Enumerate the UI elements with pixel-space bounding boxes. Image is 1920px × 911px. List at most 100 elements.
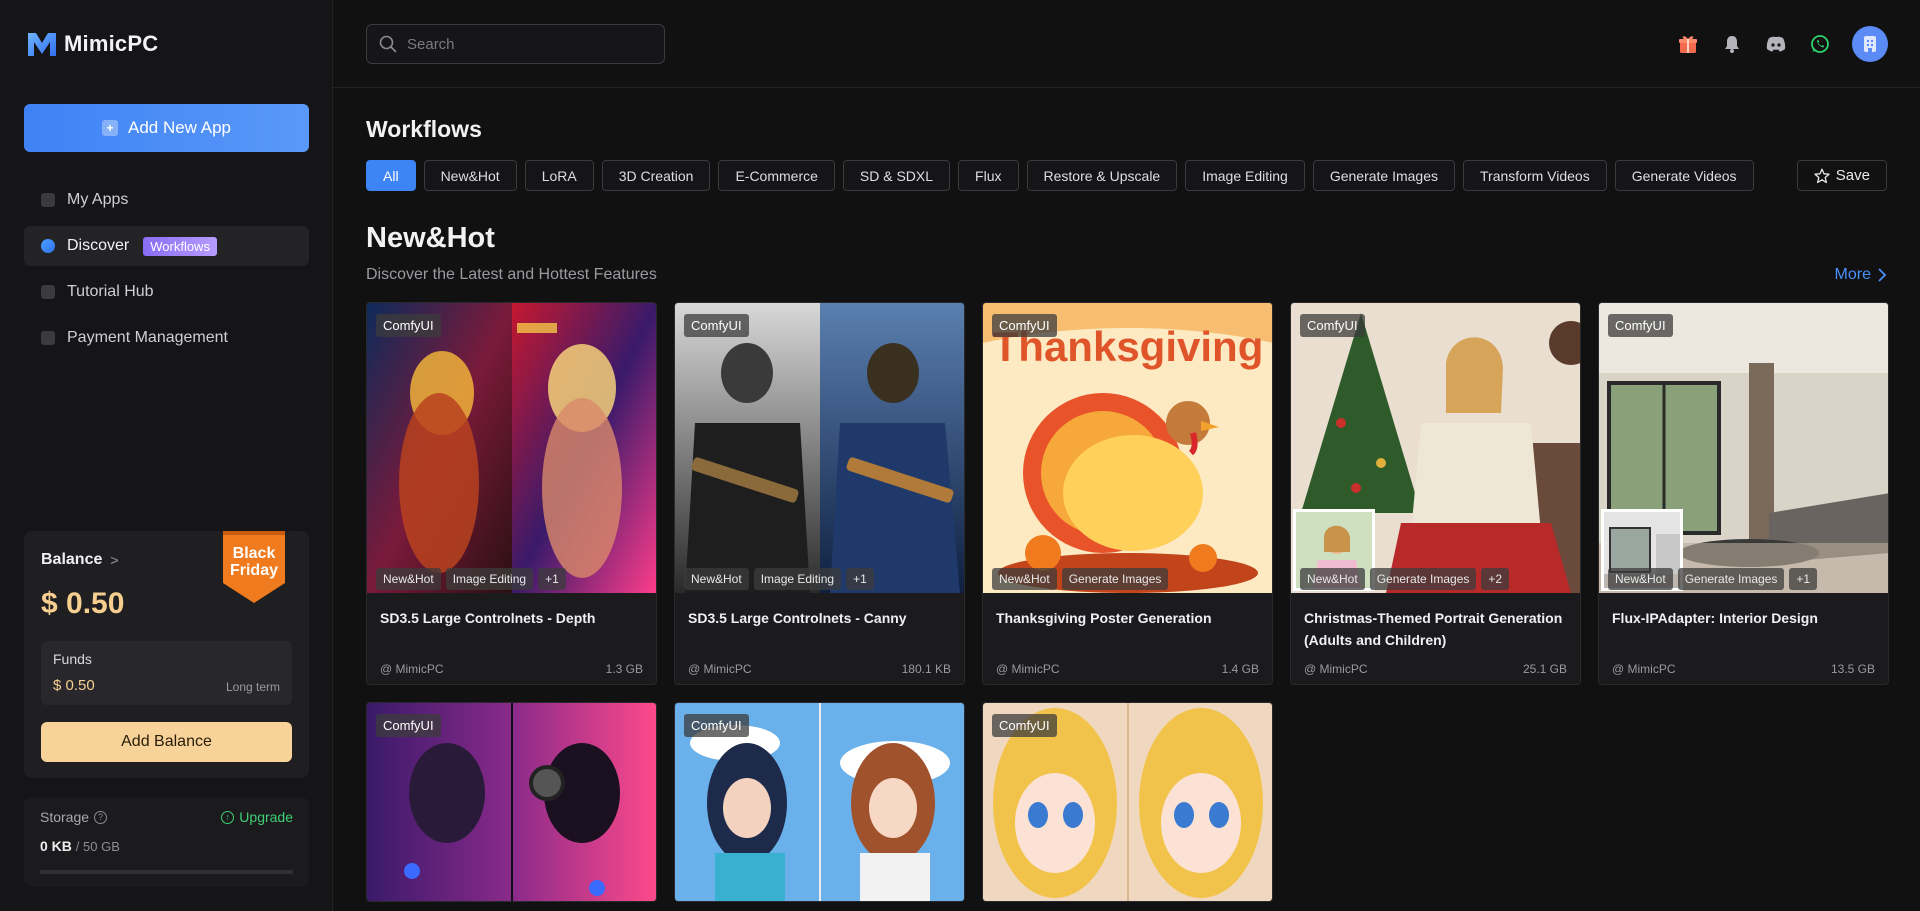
sidebar-nav: My Apps Discover Workflows Tutorial Hub … — [24, 180, 309, 364]
wallet-icon — [41, 331, 55, 345]
filter-generate-images[interactable]: Generate Images — [1312, 160, 1455, 191]
sidebar-item-my-apps[interactable]: My Apps — [24, 180, 309, 220]
more-link[interactable]: More — [1835, 266, 1887, 284]
workflow-card-sd35-canny[interactable]: ComfyUI New&Hot Image Editing +1 SD3.5 L… — [674, 302, 965, 685]
search-icon — [379, 35, 397, 53]
filter-all[interactable]: All — [366, 160, 416, 191]
compass-icon — [41, 239, 55, 253]
search-input[interactable] — [407, 35, 647, 53]
gift-icon[interactable] — [1676, 32, 1700, 56]
card-tag: Generate Images — [1677, 568, 1785, 590]
sidebar-item-label: Payment Management — [67, 329, 228, 346]
star-icon — [1814, 168, 1830, 183]
card-size: 180.1 KB — [901, 662, 951, 676]
bell-icon[interactable] — [1720, 32, 1744, 56]
section-subtitle: Discover the Latest and Hottest Features — [366, 266, 657, 283]
filter-new-hot[interactable]: New&Hot — [423, 160, 517, 191]
card-thumbnail — [367, 303, 656, 593]
card-title: Thanksgiving Poster Generation — [996, 610, 1212, 626]
card-thumbnail — [1599, 303, 1888, 593]
workflow-card-christmas-portrait[interactable]: ComfyUI New&Hot Generate Images +2 Chris… — [1290, 302, 1581, 685]
card-tags: New&Hot Generate Images — [992, 568, 1169, 590]
help-icon[interactable]: ? — [94, 810, 108, 824]
arrow-up-icon: ↑ — [221, 810, 235, 824]
card-author: @ MimicPC — [380, 662, 444, 676]
comfyui-badge: ComfyUI — [992, 714, 1057, 737]
workflow-card-cyber-portrait[interactable]: ComfyUI — [366, 702, 657, 902]
upgrade-link[interactable]: ↑ Upgrade — [221, 809, 293, 825]
card-tag: New&Hot — [1608, 568, 1673, 590]
filter-lora[interactable]: LoRA — [524, 160, 594, 191]
comfyui-badge: ComfyUI — [376, 314, 441, 337]
save-label: Save — [1835, 167, 1870, 184]
black-friday-badge[interactable]: Black Friday — [221, 531, 287, 605]
card-title: Flux-IPAdapter: Interior Design — [1612, 610, 1818, 626]
add-new-app-button[interactable]: + Add New App — [24, 104, 309, 152]
funds-term: Long term — [225, 680, 280, 694]
balance-link[interactable]: Balance > — [41, 551, 119, 569]
storage-label-group: Storage ? — [40, 809, 108, 825]
card-tag: +2 — [1481, 568, 1510, 590]
filter-image-editing[interactable]: Image Editing — [1185, 160, 1305, 191]
storage-usage: 0 KB / 50 GB — [40, 838, 120, 854]
filter-3d-creation[interactable]: 3D Creation — [601, 160, 711, 191]
black-friday-tag-icon: Black Friday — [223, 531, 285, 603]
funds-label: Funds — [53, 651, 92, 667]
card-tag: New&Hot — [992, 568, 1057, 590]
filter-transform-videos[interactable]: Transform Videos — [1463, 160, 1607, 191]
balance-amount: $ 0.50 — [41, 587, 125, 620]
workflow-card-anime-blonde[interactable]: ComfyUI — [982, 702, 1273, 902]
sidebar-item-discover[interactable]: Discover Workflows — [24, 226, 309, 266]
card-thumbnail — [675, 303, 964, 593]
plus-icon: + — [101, 120, 118, 136]
workflow-card-anime-sky[interactable]: ComfyUI — [674, 702, 965, 902]
chevron-right-icon — [1878, 268, 1887, 282]
filter-flux[interactable]: Flux — [958, 160, 1019, 191]
balance-card: Balance > $ 0.50 Black Friday Funds $ 0.… — [24, 531, 309, 778]
logo[interactable]: MimicPC — [26, 30, 158, 58]
card-author: @ MimicPC — [1304, 662, 1368, 676]
card-size: 1.4 GB — [1221, 662, 1259, 676]
card-title: SD3.5 Large Controlnets - Canny — [688, 610, 907, 626]
workflow-card-flux-ipadapter[interactable]: ComfyUI New&Hot Generate Images +1 Flux-… — [1598, 302, 1889, 685]
card-tag: New&Hot — [376, 568, 441, 590]
add-balance-button[interactable]: Add Balance — [41, 722, 292, 762]
card-thumbnail — [1291, 303, 1580, 593]
search-box[interactable] — [366, 24, 665, 64]
card-tag: +1 — [846, 568, 874, 590]
card-title: SD3.5 Large Controlnets - Depth — [380, 610, 596, 626]
black-friday-line1: Black — [233, 545, 276, 562]
brand-name: MimicPC — [64, 31, 159, 56]
card-tags: New&Hot Image Editing +1 — [376, 568, 566, 590]
card-tag: Image Editing — [753, 568, 842, 590]
sidebar-item-payment-management[interactable]: Payment Management — [24, 318, 309, 358]
card-tag: New&Hot — [1300, 568, 1365, 590]
card-tag: Generate Images — [1061, 568, 1169, 590]
discord-icon[interactable] — [1764, 32, 1788, 56]
workflow-card-sd35-depth[interactable]: ComfyUI New&Hot Image Editing +1 SD3.5 L… — [366, 302, 657, 685]
upgrade-label: Upgrade — [239, 809, 293, 825]
card-tags: New&Hot Generate Images +2 — [1300, 568, 1510, 590]
filter-generate-videos[interactable]: Generate Videos — [1614, 160, 1754, 191]
sidebar-item-tutorial-hub[interactable]: Tutorial Hub — [24, 272, 309, 312]
comfyui-badge: ComfyUI — [1300, 314, 1365, 337]
save-button[interactable]: Save — [1796, 160, 1887, 191]
book-icon — [41, 285, 55, 299]
card-size: 13.5 GB — [1830, 662, 1875, 676]
workflow-card-thanksgiving[interactable]: Thanksgiving ComfyUI New&Hot Generate Im… — [982, 302, 1273, 685]
filter-sd-sdxl[interactable]: SD & SDXL — [842, 160, 951, 191]
filter-e-commerce[interactable]: E-Commerce — [718, 160, 835, 191]
card-size: 1.3 GB — [605, 662, 643, 676]
filter-bar: All New&Hot LoRA 3D Creation E-Commerce … — [366, 160, 1754, 191]
whatsapp-icon[interactable] — [1808, 32, 1832, 56]
app-root: MimicPC + Add New App My Apps Discover W… — [0, 0, 1920, 911]
storage-card: Storage ? ↑ Upgrade 0 KB / 50 GB — [24, 797, 309, 887]
sidebar-item-label: Tutorial Hub — [67, 283, 154, 300]
filter-restore-upscale[interactable]: Restore & Upscale — [1026, 160, 1178, 191]
workflows-badge: Workflows — [143, 236, 217, 256]
avatar[interactable] — [1852, 26, 1888, 62]
card-tags: New&Hot Image Editing +1 — [684, 568, 874, 590]
card-thumbnail: Thanksgiving — [983, 303, 1272, 593]
card-tag: +1 — [538, 568, 566, 590]
add-new-app-label: Add New App — [127, 118, 231, 137]
